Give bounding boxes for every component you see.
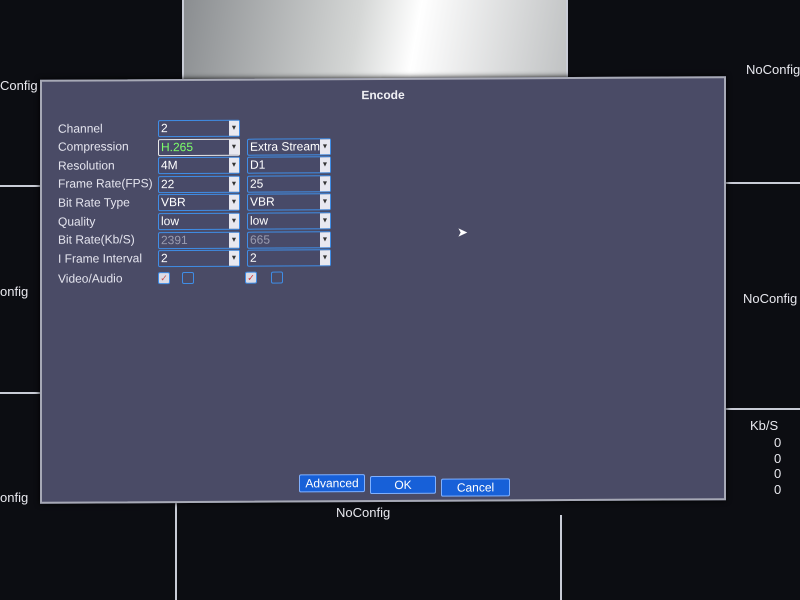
field-label: Frame Rate(FPS) xyxy=(58,176,153,191)
main-video-checkbox[interactable]: ✓ xyxy=(158,272,170,285)
main-stream-select[interactable]: 2 ▼ xyxy=(158,119,240,138)
chevron-down-icon: ▼ xyxy=(320,213,330,229)
extra-stream-select[interactable]: 665 ▼ xyxy=(247,230,331,249)
chevron-down-icon: ▼ xyxy=(229,213,239,229)
grid-divider xyxy=(566,0,568,80)
field-label: Compression xyxy=(58,139,129,154)
field-label: Bit Rate Type xyxy=(58,195,130,210)
mouse-cursor-icon: ➤ xyxy=(457,224,468,240)
field-row: I Frame Interval xyxy=(58,249,158,267)
grid-divider xyxy=(722,182,800,184)
select-value: D1 xyxy=(250,157,266,172)
field-label: I Frame Interval xyxy=(58,250,143,266)
grid-divider xyxy=(0,392,40,394)
kbs-value: 0 xyxy=(774,466,782,481)
select-value: low xyxy=(250,213,269,228)
chevron-down-icon: ▼ xyxy=(320,138,330,154)
grid-divider xyxy=(0,185,40,187)
main-audio-checkbox[interactable] xyxy=(182,271,194,285)
field-row: Channel xyxy=(58,119,158,137)
chevron-down-icon: ▼ xyxy=(229,157,239,173)
extra-audio-checkbox[interactable] xyxy=(271,271,283,284)
kbs-value: 0 xyxy=(774,450,782,466)
chevron-down-icon: ▼ xyxy=(320,231,330,247)
channel-label: NoConfig xyxy=(746,62,800,77)
main-stream-select[interactable]: 4M ▼ xyxy=(158,156,240,175)
main-stream-select[interactable]: H.265 ▼ xyxy=(158,138,240,156)
channel-label: onfig xyxy=(0,490,29,505)
extra-stream-select[interactable]: VBR ▼ xyxy=(247,193,331,212)
field-label: Channel xyxy=(58,120,103,136)
select-value: 2 xyxy=(161,121,168,136)
grid-divider xyxy=(175,495,177,600)
channel-label: onfig xyxy=(0,284,29,299)
kbs-value: 0 xyxy=(774,435,782,450)
grid-divider xyxy=(722,408,800,410)
field-label: Resolution xyxy=(58,158,115,173)
field-row: Quality xyxy=(58,212,158,230)
advanced-button[interactable]: Advanced xyxy=(299,474,365,493)
chevron-down-icon: ▼ xyxy=(229,195,239,211)
dialog-title: Encode xyxy=(361,87,405,103)
extra-stream-select[interactable]: D1 ▼ xyxy=(247,156,331,174)
main-stream-select[interactable]: VBR ▼ xyxy=(158,194,240,212)
chevron-down-icon: ▼ xyxy=(229,232,239,248)
select-value: 22 xyxy=(161,176,175,191)
cancel-button[interactable]: Cancel xyxy=(441,478,510,497)
select-value: VBR xyxy=(250,194,275,210)
select-value: 2 xyxy=(161,251,168,266)
extra-stream-select[interactable]: 25 ▼ xyxy=(247,175,331,193)
chevron-down-icon: ▼ xyxy=(229,250,239,266)
kbs-values: 0 0 0 0 xyxy=(774,435,781,497)
select-value: H.265 xyxy=(161,139,194,154)
field-label: Video/Audio xyxy=(58,270,123,286)
select-value: low xyxy=(161,214,180,229)
main-stream-select[interactable]: low ▼ xyxy=(158,212,240,231)
field-row: Frame Rate(FPS) xyxy=(58,175,158,193)
camera-feed xyxy=(183,0,568,80)
select-value: 2391 xyxy=(161,232,188,247)
chevron-down-icon: ▼ xyxy=(320,176,330,192)
channel-label: NoConfig xyxy=(743,291,798,306)
select-value: 665 xyxy=(250,232,271,247)
grid-divider xyxy=(182,0,184,80)
encode-dialog: Encode Channel 2 ▼ Compression H.265 ▼ Extra S… xyxy=(40,76,726,504)
select-value: 2 xyxy=(250,250,257,265)
extra-stream-select[interactable]: Extra Stream ▼ xyxy=(247,137,331,156)
channel-label: Config xyxy=(0,78,38,93)
kbs-value: 0 xyxy=(774,481,782,497)
field-row: Compression xyxy=(58,138,158,156)
field-label: Quality xyxy=(58,214,96,229)
select-value: Extra Stream xyxy=(250,138,321,154)
extra-video-checkbox[interactable]: ✓ xyxy=(245,271,257,284)
chevron-down-icon: ▼ xyxy=(229,120,239,136)
field-row: Bit Rate(Kb/S) xyxy=(58,231,158,249)
field-row: Resolution xyxy=(58,156,158,174)
field-row: Bit Rate Type xyxy=(58,194,158,212)
extra-stream-select[interactable]: 2 ▼ xyxy=(247,249,331,267)
ok-button[interactable]: OK xyxy=(370,475,436,495)
kbs-header: Kb/S xyxy=(750,418,779,433)
select-value: VBR xyxy=(161,195,186,210)
main-stream-select[interactable]: 22 ▼ xyxy=(158,175,240,193)
video-audio-row: Video/Audio xyxy=(58,269,158,287)
select-value: 25 xyxy=(250,176,264,191)
chevron-down-icon: ▼ xyxy=(229,139,239,155)
chevron-down-icon: ▼ xyxy=(320,250,330,266)
grid-divider xyxy=(560,515,562,600)
main-stream-select[interactable]: 2 ▼ xyxy=(158,249,240,268)
chevron-down-icon: ▼ xyxy=(229,176,239,192)
extra-stream-select[interactable]: low ▼ xyxy=(247,212,331,230)
field-label: Bit Rate(Kb/S) xyxy=(58,232,135,247)
chevron-down-icon: ▼ xyxy=(320,194,330,210)
chevron-down-icon: ▼ xyxy=(320,157,330,173)
channel-label: NoConfig xyxy=(336,505,391,520)
select-value: 4M xyxy=(161,158,178,173)
main-stream-select[interactable]: 2391 ▼ xyxy=(158,231,240,249)
